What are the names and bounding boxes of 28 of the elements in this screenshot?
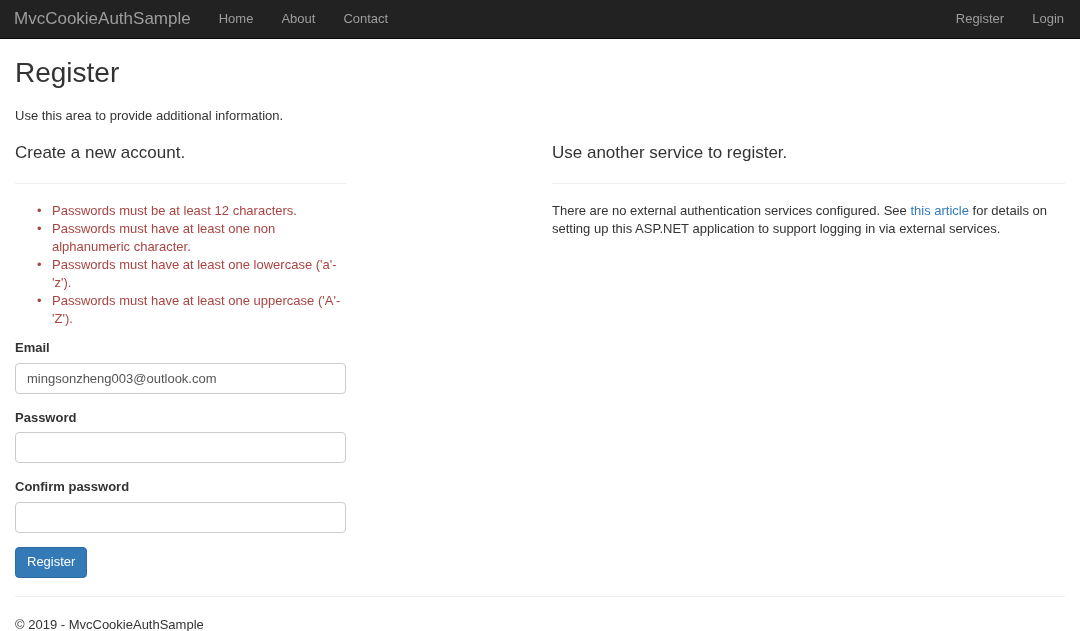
bullet: • [37, 256, 43, 274]
page-subtitle: Use this area to provide additional information. [15, 107, 285, 125]
validation-error: Passwords must have at least one non alphanumeric character. [52, 220, 277, 256]
nav-link[interactable]: Register [941, 9, 1007, 29]
bullet: • [37, 202, 43, 220]
field-label: Confirm password [15, 478, 131, 496]
section-heading: Use another service to register. [552, 141, 789, 164]
field-label: Password [15, 408, 78, 427]
page-title: Register [15, 56, 121, 90]
input-field[interactable] [15, 501, 346, 533]
field-label: Email [15, 339, 51, 357]
nav-link[interactable]: Home [204, 9, 268, 29]
input-field[interactable] [15, 432, 346, 463]
nav-link[interactable]: Login [1018, 9, 1066, 29]
brand-link[interactable]: MvcCookieAuthSample [14, 6, 191, 32]
validation-error: Passwords must be at least 12 characters. [52, 202, 297, 220]
bullet: • [37, 292, 43, 310]
info-paragraph: There are no external authentication services configured. See this article for details on setting up this ASP.NET application to support logging in via external services. [552, 202, 1048, 238]
nav-link[interactable]: Contact [329, 9, 403, 29]
section-heading: Create a new account. [15, 141, 187, 164]
footer-text: © 2019 - MvcCookieAuthSample [15, 615, 205, 631]
validation-error: Passwords must have at least one lowercase ('a'-'z'). [52, 256, 338, 292]
input-field[interactable]: mingsonzheng003@outlook.com [15, 362, 346, 394]
validation-error: Passwords must have at least one uppercase ('A'-'Z'). [52, 292, 342, 328]
register-button[interactable]: Register [15, 546, 88, 578]
nav-link[interactable]: About [267, 9, 330, 29]
bullet: • [37, 220, 43, 238]
article-link[interactable]: this article [910, 203, 969, 218]
